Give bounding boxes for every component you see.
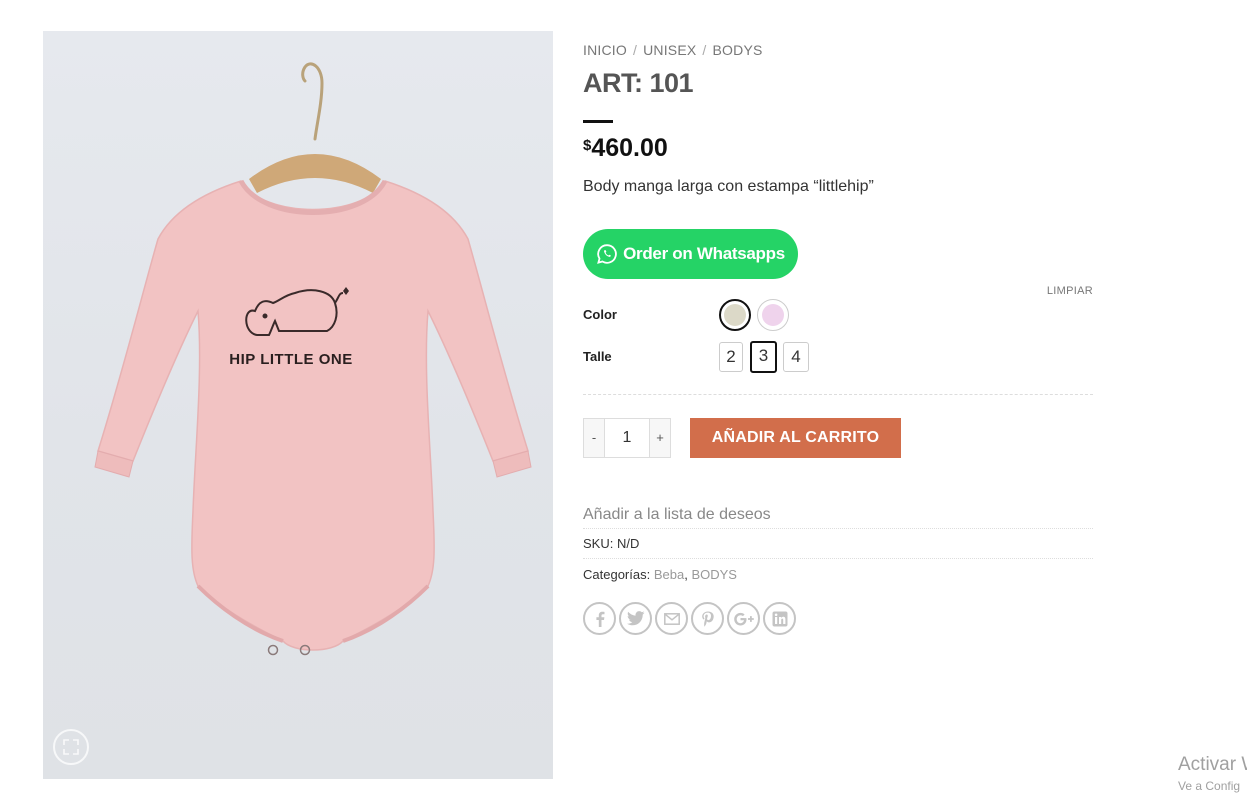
product-gallery: HIP LITTLE ONE bbox=[43, 31, 553, 779]
product-price: $460.00 bbox=[583, 134, 668, 163]
categories-separator: , bbox=[684, 567, 688, 582]
print-text: HIP LITTLE ONE bbox=[229, 351, 352, 368]
product-photo: HIP LITTLE ONE bbox=[94, 62, 532, 656]
linkedin-icon[interactable] bbox=[763, 602, 796, 635]
meta-divider bbox=[583, 528, 1093, 529]
size-label: Talle bbox=[583, 349, 612, 364]
color-swatch-2[interactable] bbox=[757, 299, 789, 331]
order-whatsapp-button[interactable]: Order on Whatsapps bbox=[583, 229, 798, 279]
categories-row: Categorías: Beba, BODYS bbox=[583, 567, 737, 582]
breadcrumb: INICIO / UNISEX / BODYS bbox=[583, 42, 763, 58]
currency-symbol: $ bbox=[583, 137, 592, 154]
quantity-stepper: - 1 + bbox=[583, 418, 671, 458]
breadcrumb-separator: / bbox=[632, 42, 638, 58]
os-activation-watermark-sub: Ve a Config bbox=[1178, 779, 1241, 793]
add-to-cart-button[interactable]: AÑADIR AL CARRITO bbox=[690, 418, 901, 458]
email-icon[interactable] bbox=[655, 602, 688, 635]
os-activation-watermark: Activar W bbox=[1178, 754, 1247, 775]
clear-variations-link[interactable]: LIMPIAR bbox=[1047, 285, 1093, 297]
whatsapp-label: Order on Whatsapps bbox=[623, 244, 785, 263]
pinterest-icon[interactable] bbox=[691, 602, 724, 635]
title-divider bbox=[583, 120, 613, 123]
breadcrumb-inicio[interactable]: INICIO bbox=[583, 42, 627, 58]
zoom-button[interactable] bbox=[53, 729, 89, 765]
breadcrumb-separator: / bbox=[702, 42, 707, 58]
google-plus-icon[interactable] bbox=[727, 602, 760, 635]
product-description: Body manga larga con estampa “littlehip” bbox=[583, 178, 874, 195]
categories-label: Categorías: bbox=[583, 567, 651, 582]
product-title: ART: 101 bbox=[583, 68, 694, 98]
color-swatch-fill bbox=[762, 304, 784, 326]
sku-value: N/D bbox=[616, 536, 640, 551]
sku-row: SKU: N/D bbox=[583, 536, 639, 551]
color-swatch-fill bbox=[724, 304, 746, 326]
price-amount: 460.00 bbox=[591, 134, 668, 162]
expand-icon bbox=[63, 739, 79, 755]
meta-divider bbox=[583, 558, 1093, 559]
color-label: Color bbox=[583, 307, 617, 322]
breadcrumb-unisex[interactable]: UNISEX bbox=[643, 42, 696, 58]
add-to-wishlist-link[interactable]: Añadir a la lista de deseos bbox=[583, 506, 771, 524]
size-option-2[interactable]: 2 bbox=[719, 342, 743, 372]
share-icons bbox=[583, 602, 799, 635]
quantity-input[interactable]: 1 bbox=[605, 418, 649, 458]
size-option-4[interactable]: 4 bbox=[783, 342, 809, 372]
facebook-icon[interactable] bbox=[583, 602, 616, 635]
variations-divider bbox=[583, 394, 1093, 395]
sku-label: SKU: bbox=[583, 536, 614, 551]
category-link-beba[interactable]: Beba bbox=[654, 567, 684, 582]
twitter-icon[interactable] bbox=[619, 602, 652, 635]
whatsapp-icon bbox=[597, 244, 617, 264]
color-swatch-1[interactable] bbox=[719, 299, 751, 331]
quantity-minus-button[interactable]: - bbox=[583, 418, 605, 458]
size-option-3[interactable]: 3 bbox=[750, 341, 777, 373]
breadcrumb-bodys[interactable]: BODYS bbox=[713, 42, 763, 58]
quantity-plus-button[interactable]: + bbox=[649, 418, 671, 458]
category-link-bodys[interactable]: BODYS bbox=[691, 567, 737, 582]
